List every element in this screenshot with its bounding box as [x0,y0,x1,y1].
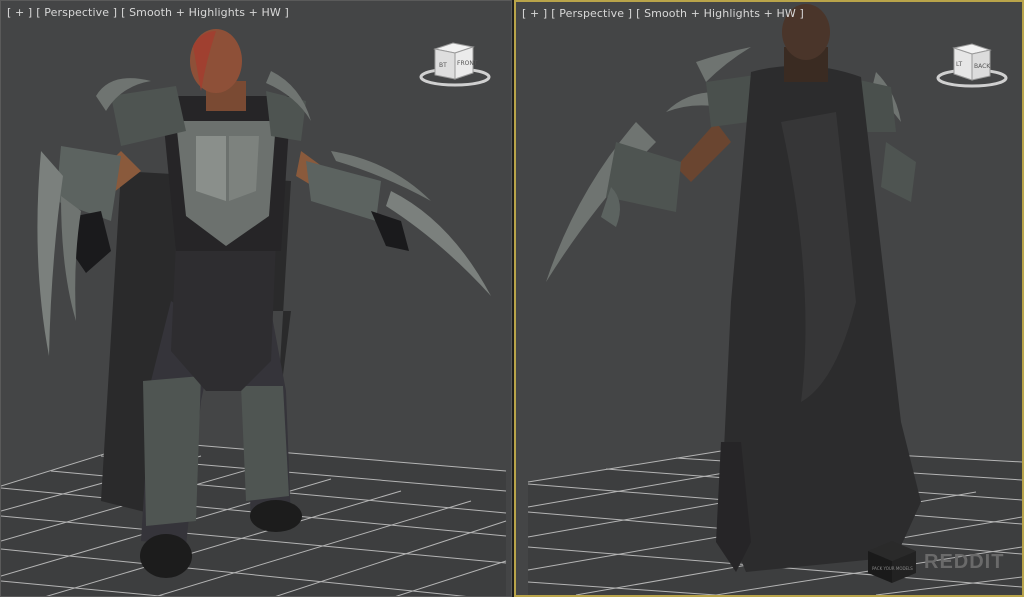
viewcube-icon[interactable]: LT BACK [934,38,1014,90]
viewcube-face-label: FRONT [457,60,478,67]
shading-mode-button[interactable]: [ Smooth + Highlights + HW ] [636,7,804,20]
viewport-label[interactable]: [ + ] [ Perspective ] [ Smooth + Highlight… [7,6,293,19]
view-mode-button[interactable]: [ Perspective ] [36,6,117,19]
viewcube-side-label: BT [439,62,447,69]
viewport-area: [ + ] [ Perspective ] [ Smooth + Highlight… [0,0,1024,597]
viewport-back[interactable]: [ + ] [ Perspective ] [ Smooth + Highlight… [514,0,1024,597]
watermark-logo: PACK YOUR MODELS REDDIT [864,537,1014,585]
viewport-menu-button[interactable]: [ + ] [7,6,32,19]
viewcube-icon[interactable]: BT FRONT [417,37,497,89]
front-scene [1,29,507,596]
back-scene [527,4,1022,595]
box-label: PACK YOUR MODELS [872,566,913,571]
viewport-menu-button[interactable]: [ + ] [522,7,547,20]
viewport-label[interactable]: [ + ] [ Perspective ] [ Smooth + Highlight… [522,7,808,20]
viewport-front[interactable]: [ + ] [ Perspective ] [ Smooth + Highlight… [0,0,512,597]
view-mode-button[interactable]: [ Perspective ] [551,7,632,20]
box-icon: PACK YOUR MODELS [868,541,916,583]
shading-mode-button[interactable]: [ Smooth + Highlights + HW ] [121,6,289,19]
watermark-text: REDDIT [924,551,1005,573]
viewcube-side-label: LT [956,61,963,68]
viewcube-face-label: BACK [974,63,991,70]
